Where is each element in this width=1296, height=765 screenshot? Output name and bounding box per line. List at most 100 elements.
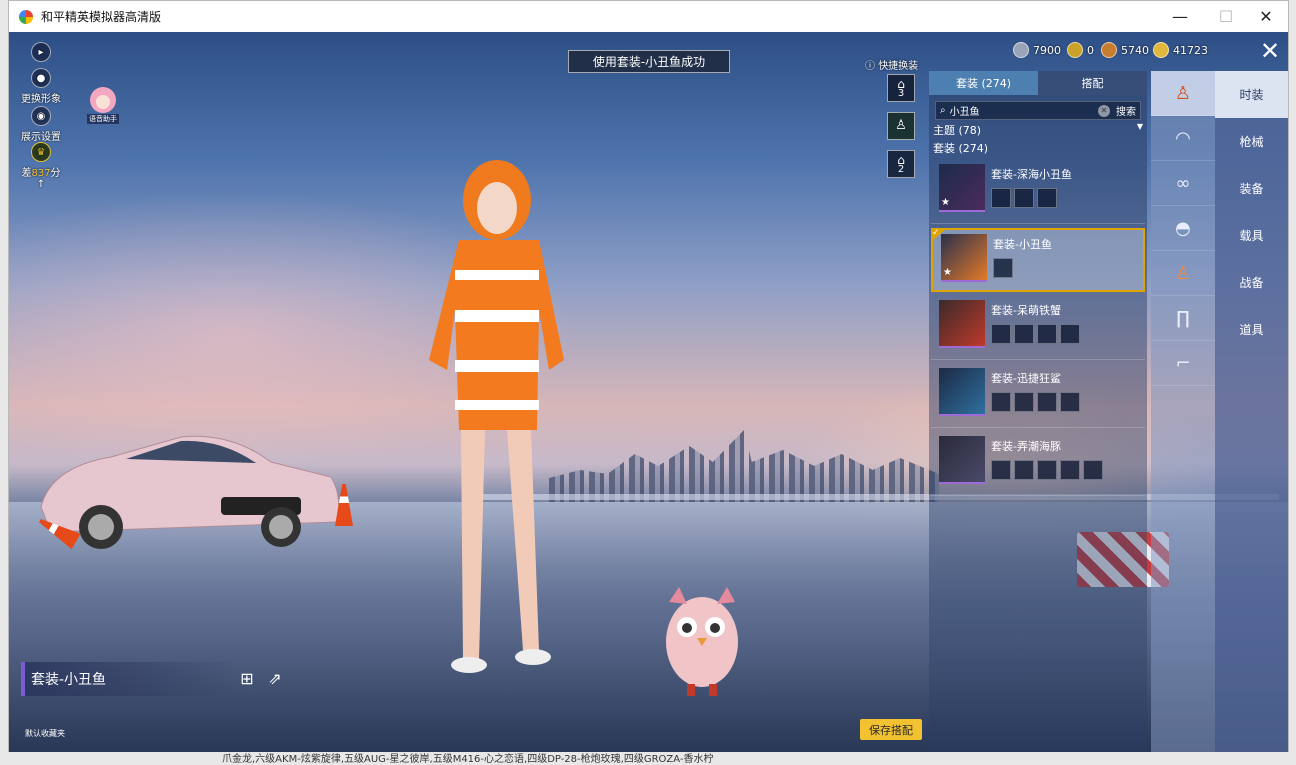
background-text: 爪金龙,六级AKM-炫紫旋律,五级AUG-星之彼岸,五级M416-心之恋语,四级… <box>222 754 714 765</box>
sub-item-icon <box>1083 460 1103 480</box>
hanger-icon: ⌂ <box>897 77 905 91</box>
display-settings-button[interactable]: ◉ 展示设置 <box>21 106 61 143</box>
chevron-down-icon: ▼ <box>1136 122 1143 131</box>
play-arrow-icon: ▸ <box>31 42 51 62</box>
up-arrow-icon: ↑ <box>36 179 46 190</box>
menu-weapons[interactable]: 枪械 <box>1215 118 1288 165</box>
gold-coin-icon <box>1153 42 1169 58</box>
sub-item-icon <box>991 392 1011 412</box>
top-icon[interactable]: ♙ <box>1151 251 1215 296</box>
outfit-thumbnail <box>939 436 985 484</box>
glasses-icon[interactable]: ∞ <box>1151 161 1215 206</box>
item-name: 套装-迅捷狂鲨 <box>991 372 1061 385</box>
tab-suits[interactable]: 套装 (274) <box>929 71 1038 95</box>
play-button[interactable]: ▸ <box>21 42 61 64</box>
tab-combos[interactable]: 搭配 <box>1038 71 1147 95</box>
default-collection-label[interactable]: 默认收藏夹 <box>25 728 65 739</box>
item-name: 套装-深海小丑鱼 <box>991 168 1072 181</box>
currency-value: 0 <box>1087 43 1094 57</box>
quick-swap-slot-3[interactable]: ⌂ 3 <box>887 74 915 102</box>
score-suffix: 分 <box>50 168 61 179</box>
menu-combat-gear[interactable]: 战备 <box>1215 259 1288 306</box>
currency-gold: 41723 <box>1153 42 1208 58</box>
save-outfit-button[interactable]: 保存搭配 <box>860 719 922 740</box>
suits-label: 套装 (274) <box>933 142 989 155</box>
quick-swap-label[interactable]: ⓘ 快捷换装 <box>865 57 918 72</box>
score-value: 837 <box>31 168 51 179</box>
list-item[interactable]: ★ 套装-深海小丑鱼 <box>931 160 1145 224</box>
outfit-icon[interactable]: ♙ <box>1151 71 1215 116</box>
hanger-icon: ⌂ <box>897 153 905 167</box>
close-wardrobe-button[interactable]: ✕ <box>1253 38 1287 66</box>
list-item[interactable]: 套装-弄潮海豚 <box>931 432 1145 496</box>
rank-badge-icon: ♛ <box>31 142 51 162</box>
change-look-button[interactable]: ● 更换形象 <box>21 68 61 105</box>
sub-item-icon <box>1014 188 1034 208</box>
currency-silver: 7900 <box>1013 42 1061 58</box>
menu-props[interactable]: 道具 <box>1215 306 1288 353</box>
favorite-add-icon[interactable]: ⊞ <box>235 669 259 691</box>
city-skyline <box>549 430 939 502</box>
hat-icon[interactable]: ◠ <box>1151 116 1215 161</box>
quick-swap-slot-2[interactable]: ⌂ 2 <box>887 150 915 178</box>
clear-icon[interactable]: ✕ <box>1098 104 1110 117</box>
title-bar: 和平精英模拟器高清版 — ☐ ✕ <box>9 1 1288 32</box>
silver-coin-icon <box>1013 42 1029 58</box>
outfit-thumbnail <box>939 300 985 348</box>
assistant-label: 语音助手 <box>87 114 119 124</box>
menu-fashion[interactable]: 时装 <box>1215 71 1288 118</box>
theme-label: 主题 (78) <box>933 124 982 137</box>
currency-value: 5740 <box>1121 43 1149 57</box>
quick-swap-slot-current[interactable]: ♙ <box>887 112 915 140</box>
sub-items <box>991 460 1103 480</box>
mask-icon[interactable]: ◓ <box>1151 206 1215 251</box>
outfit-thumbnail <box>939 368 985 416</box>
search-button[interactable]: 搜索 <box>1116 103 1136 118</box>
sub-item-icon <box>991 324 1011 344</box>
outfit-thumbnail: ★ <box>941 234 987 282</box>
star-icon: ★ <box>941 197 950 208</box>
app-logo-icon <box>19 9 33 24</box>
share-icon[interactable]: ⇗ <box>263 669 287 691</box>
list-item-selected[interactable]: ✓ ★ 套装-小丑鱼 <box>931 228 1145 292</box>
voice-assistant-button[interactable]: 语音助手 <box>83 84 123 124</box>
token-icon <box>1067 42 1083 58</box>
menu-equipment[interactable]: 装备 <box>1215 165 1288 212</box>
currency-value: 41723 <box>1173 43 1208 57</box>
outfit-mini-icon: ♙ <box>895 118 907 133</box>
pants-icon[interactable]: ∏ <box>1151 296 1215 341</box>
person-icon: ● <box>31 68 51 88</box>
list-item[interactable]: 套装-呆萌铁蟹 <box>931 296 1145 360</box>
assistant-avatar-icon <box>90 87 116 113</box>
sub-item-icon <box>993 258 1013 278</box>
close-window-button[interactable]: ✕ <box>1243 1 1289 32</box>
panel-tabs: 套装 (274) 搭配 <box>929 71 1147 95</box>
search-input[interactable] <box>949 105 1098 116</box>
window-title: 和平精英模拟器高清版 <box>41 10 162 24</box>
sub-item-icon <box>991 188 1011 208</box>
quick-swap-text: 快捷换装 <box>878 61 919 72</box>
sub-item-icon <box>1060 324 1080 344</box>
bronze-coin-icon <box>1101 42 1117 58</box>
menu-vehicles[interactable]: 载具 <box>1215 212 1288 259</box>
outfit-panel: 套装 (274) 搭配 ⌕ ✕ 搜索 主题 (78) ▼ 套装 (274) ★ … <box>929 71 1147 752</box>
player-character <box>429 160 564 673</box>
search-bar: ⌕ ✕ 搜索 <box>935 101 1141 120</box>
change-look-label: 更换形象 <box>21 94 61 105</box>
app-window: 和平精英模拟器高清版 — ☐ ✕ ▸ ● 更换形象 ◉ 展示设置 ♛ 差837分… <box>8 0 1289 752</box>
success-toast: 使用套装-小丑鱼成功 <box>568 50 730 73</box>
suits-count: 套装 (274) <box>929 138 1147 156</box>
game-viewport: ▸ ● 更换形象 ◉ 展示设置 ♛ 差837分 ↑ 语音助手 使用套装-小丑鱼成功… <box>9 32 1288 752</box>
currency-token: 0 <box>1067 42 1094 58</box>
shoes-icon[interactable]: ⌐ <box>1151 341 1215 386</box>
theme-filter[interactable]: 主题 (78) ▼ <box>929 120 1147 138</box>
minimize-button[interactable]: — <box>1157 1 1203 32</box>
sub-items <box>991 392 1080 412</box>
sub-item-icon <box>1037 324 1057 344</box>
item-name: 套装-弄潮海豚 <box>991 440 1061 453</box>
rank-score[interactable]: ♛ 差837分 ↑ <box>21 142 61 190</box>
sub-item-icon <box>1037 392 1057 412</box>
sub-item-icon <box>1014 324 1034 344</box>
list-item[interactable]: 套装-迅捷狂鲨 <box>931 364 1145 428</box>
item-name: 套装-小丑鱼 <box>993 238 1052 251</box>
